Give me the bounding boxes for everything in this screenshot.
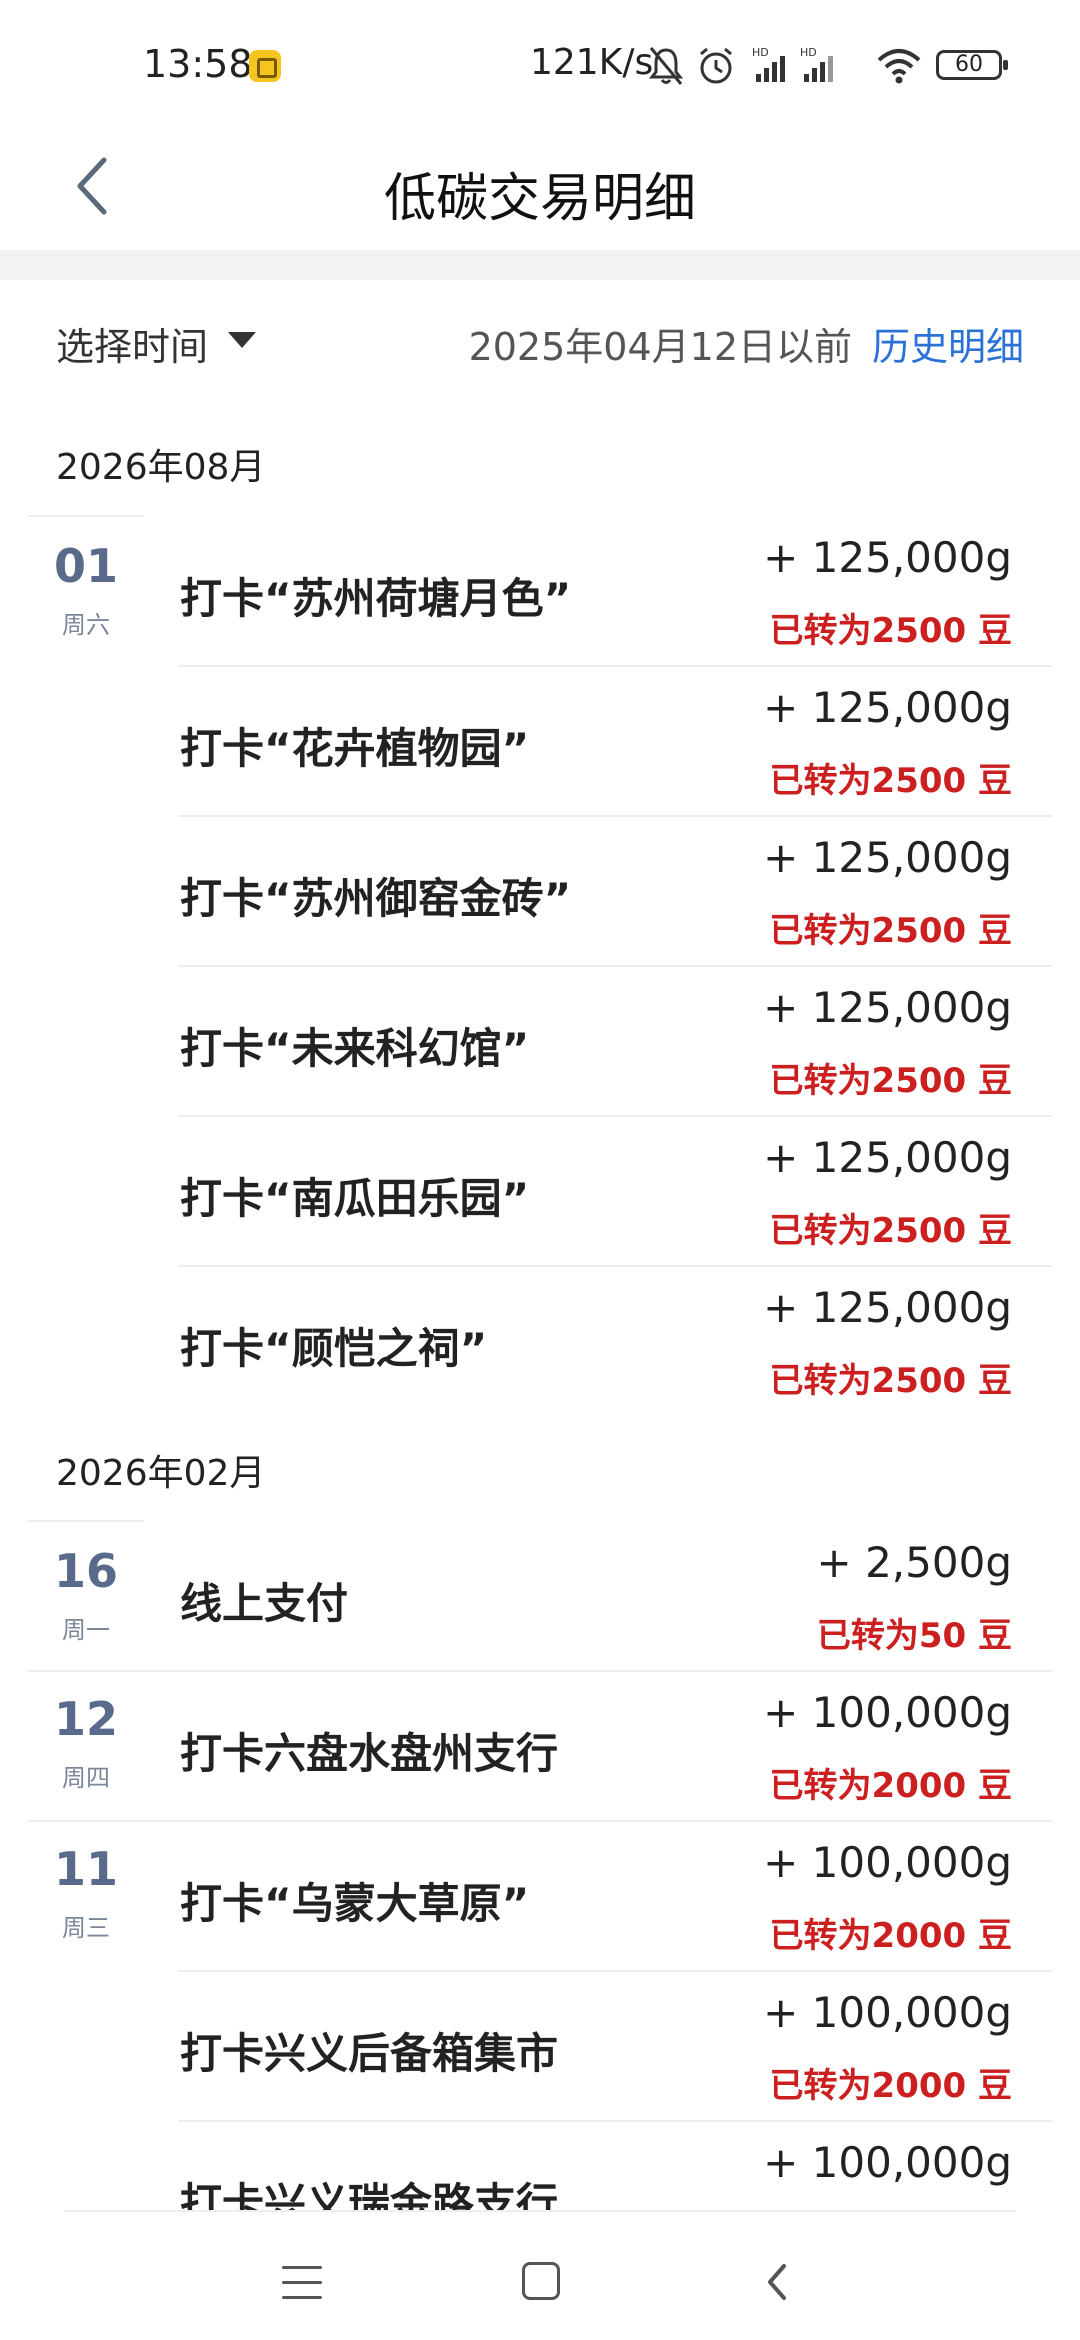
- converted-beans: 已转为2000 豆: [769, 1766, 1012, 1806]
- transaction-amount: + 125,000g: [763, 1283, 1012, 1332]
- converted-beans: 已转为2500 豆: [769, 1211, 1012, 1251]
- converted-beans: 已转为50 豆: [816, 1616, 1012, 1656]
- transaction-row[interactable]: 打卡兴义后备箱集市 + 100,000g 已转为2000 豆: [0, 1970, 1080, 2120]
- transaction-row[interactable]: 打卡兴义瑞金路支行 + 100,000g: [0, 2120, 1080, 2212]
- date-column: 16 周一: [28, 1520, 144, 1670]
- transaction-row[interactable]: 11 周三 打卡“乌蒙大草原” + 100,000g 已转为2000 豆: [0, 1820, 1080, 1970]
- weekday: 周三: [62, 1914, 110, 1942]
- row-divider: [178, 2120, 1052, 2122]
- triangle-down-icon[interactable]: [228, 332, 256, 348]
- converted-beans: 已转为2000 豆: [769, 2066, 1012, 2106]
- transaction-title: 线上支付: [180, 1579, 349, 1628]
- transaction-row[interactable]: 打卡“南瓜田乐园” + 125,000g 已转为2500 豆: [0, 1115, 1080, 1265]
- date-column: 11 周三: [28, 1820, 144, 1970]
- transaction-row[interactable]: 打卡“未来科幻馆” + 125,000g 已转为2500 豆: [0, 965, 1080, 1115]
- transaction-title: 打卡“苏州荷塘月色”: [180, 574, 572, 623]
- transaction-row[interactable]: 16 周一 线上支付 + 2,500g 已转为50 豆: [0, 1520, 1080, 1670]
- day-number: 12: [53, 1692, 118, 1746]
- date-column: 01 周六: [28, 515, 144, 665]
- row-divider: [28, 1670, 1052, 1672]
- transaction-title: 打卡“南瓜田乐园”: [180, 1174, 530, 1223]
- transaction-amount: + 2,500g: [816, 1538, 1012, 1587]
- transaction-title: 打卡兴义后备箱集市: [180, 2029, 559, 2078]
- transaction-amount: + 125,000g: [763, 533, 1012, 582]
- transaction-amount: + 100,000g: [763, 1988, 1012, 2037]
- transaction-row[interactable]: 12 周四 打卡六盘水盘州支行 + 100,000g 已转为2000 豆: [0, 1670, 1080, 1820]
- day-number: 01: [53, 539, 118, 593]
- select-time-dropdown[interactable]: 选择时间: [56, 316, 208, 371]
- transaction-title: 打卡“乌蒙大草原”: [180, 1879, 530, 1928]
- weekday: 周六: [62, 611, 110, 639]
- converted-beans: 已转为2500 豆: [769, 911, 1012, 951]
- transaction-title: 打卡“苏州御窑金砖”: [180, 874, 572, 923]
- row-divider: [178, 1265, 1052, 1267]
- transaction-amount: + 125,000g: [763, 983, 1012, 1032]
- month-header: 2026年02月: [56, 1453, 266, 1494]
- converted-beans: 已转为2500 豆: [769, 1061, 1012, 1101]
- transaction-title: 打卡兴义瑞金路支行: [180, 2179, 559, 2212]
- transaction-row[interactable]: 01 周六 打卡“苏州荷塘月色” + 125,000g 已转为2500 豆: [0, 515, 1080, 665]
- row-divider: [178, 965, 1052, 967]
- transaction-list[interactable]: 选择时间 2025年04月12日以前 历史明细 2026年08月 01 周六 打…: [0, 0, 1080, 2212]
- row-divider: [178, 1970, 1052, 1972]
- transaction-amount: + 125,000g: [763, 833, 1012, 882]
- date-column: 12 周四: [28, 1670, 144, 1820]
- square-home-icon[interactable]: [522, 2262, 560, 2300]
- row-divider: [28, 1820, 1052, 1822]
- day-number: 16: [53, 1544, 118, 1598]
- day-number: 11: [53, 1842, 118, 1896]
- weekday: 周四: [62, 1764, 110, 1792]
- transaction-row[interactable]: 打卡“顾恺之祠” + 125,000g 已转为2500 豆: [0, 1265, 1080, 1415]
- converted-beans: 已转为2500 豆: [769, 761, 1012, 801]
- transaction-title: 打卡“未来科幻馆”: [180, 1024, 530, 1073]
- row-divider: [178, 1115, 1052, 1117]
- converted-beans: 已转为2500 豆: [769, 1361, 1012, 1401]
- history-detail-link[interactable]: 历史明细: [872, 316, 1024, 371]
- transaction-title: 打卡“顾恺之祠”: [180, 1324, 488, 1373]
- transaction-row[interactable]: 打卡“花卉植物园” + 125,000g 已转为2500 豆: [0, 665, 1080, 815]
- weekday: 周一: [62, 1616, 110, 1644]
- chevron-back-icon[interactable]: [762, 2260, 792, 2304]
- row-divider: [178, 815, 1052, 817]
- converted-beans: 已转为2000 豆: [769, 1916, 1012, 1956]
- transaction-title: 打卡六盘水盘州支行: [180, 1729, 559, 1778]
- converted-beans: 已转为2500 豆: [769, 611, 1012, 651]
- transaction-amount: + 125,000g: [763, 683, 1012, 732]
- transaction-row[interactable]: 打卡“苏州御窑金砖” + 125,000g 已转为2500 豆: [0, 815, 1080, 965]
- transaction-amount: + 100,000g: [763, 2138, 1012, 2187]
- transaction-amount: + 125,000g: [763, 1133, 1012, 1182]
- row-divider: [178, 665, 1052, 667]
- menu-icon[interactable]: [282, 2266, 322, 2300]
- system-nav-bar: [0, 2212, 1080, 2340]
- date-cutoff-text: 2025年04月12日以前: [468, 325, 852, 369]
- transaction-title: 打卡“花卉植物园”: [180, 724, 530, 773]
- month-header: 2026年08月: [56, 447, 266, 488]
- transaction-amount: + 100,000g: [763, 1838, 1012, 1887]
- transaction-amount: + 100,000g: [763, 1688, 1012, 1737]
- filter-row: 选择时间 2025年04月12日以前 历史明细: [0, 280, 1080, 400]
